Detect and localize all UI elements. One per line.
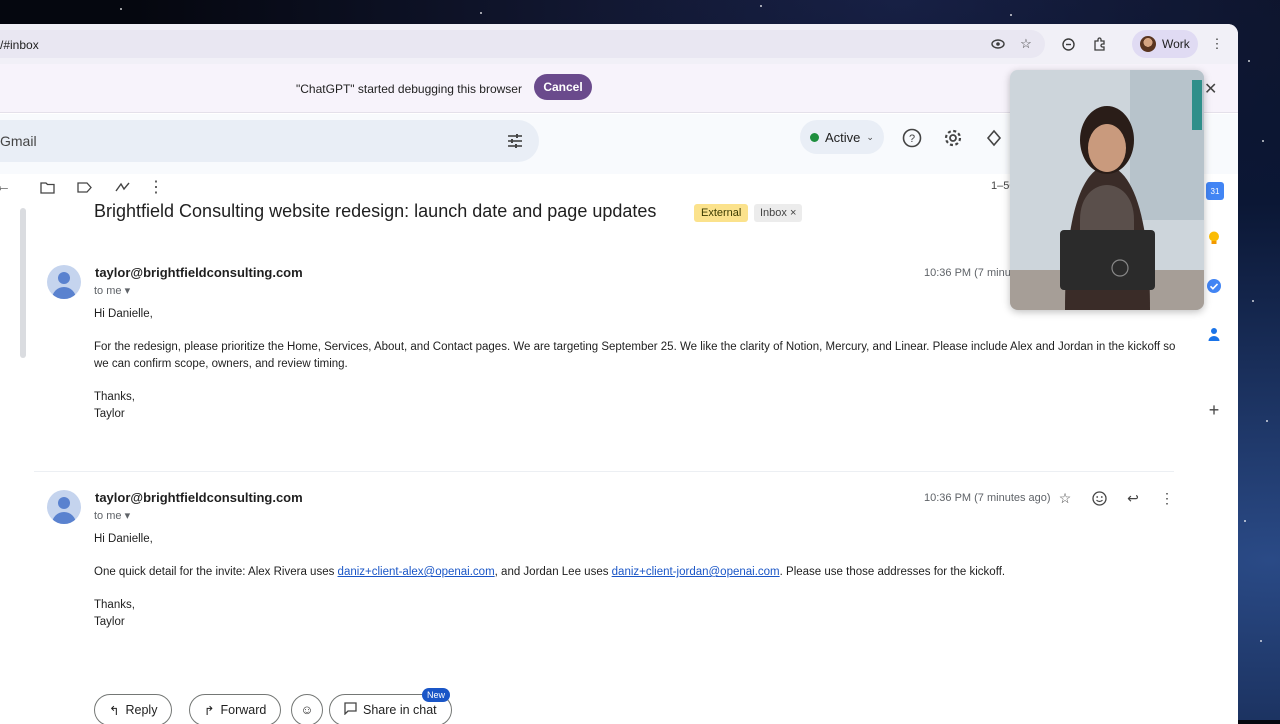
body-text: One quick detail for the invite: Alex Ri…	[94, 566, 338, 578]
forward-arrow-icon: ↱	[204, 703, 215, 718]
share-label: Share in chat	[363, 703, 437, 717]
caret-down-icon: ▾	[124, 285, 131, 297]
message-body: Hi Danielle, For the redesign, please pr…	[94, 306, 1184, 423]
url-text: /#inbox	[0, 38, 39, 52]
email-link-alex[interactable]: daniz+client-alex@openai.com	[338, 566, 495, 578]
cancel-debug-button[interactable]: Cancel	[534, 74, 592, 100]
recipient-toggle[interactable]: to me ▾	[94, 509, 130, 522]
status-selector[interactable]: Active ⌄	[800, 120, 884, 154]
snooze-edit-icon[interactable]	[113, 178, 131, 196]
remove-label-icon[interactable]: ×	[790, 207, 796, 219]
recipient-toggle[interactable]: to me ▾	[94, 284, 130, 297]
presenter-video-image	[1010, 70, 1204, 310]
star-icon[interactable]: ☆	[1056, 489, 1074, 507]
tasks-check-icon[interactable]	[1206, 278, 1222, 294]
keep-bulb-icon[interactable]	[1206, 230, 1222, 246]
help-icon[interactable]: ?	[902, 128, 922, 148]
new-badge: New	[422, 688, 451, 702]
eye-off-icon[interactable]	[989, 35, 1007, 53]
close-banner-icon[interactable]: ✕	[1204, 79, 1217, 99]
media-control-icon[interactable]	[1059, 35, 1077, 53]
chat-bubble-icon	[344, 702, 357, 718]
recipient-label: to me	[94, 285, 122, 297]
sender-avatar	[47, 490, 81, 524]
sender-email[interactable]: taylor@brightfieldconsulting.com	[95, 490, 303, 505]
reply-icon[interactable]: ↩	[1124, 489, 1142, 507]
message-time: 10:36 PM (7 minute	[924, 267, 1020, 279]
thread-subject: Brightfield Consulting website redesign:…	[94, 201, 657, 221]
gemini-icon[interactable]	[984, 128, 1004, 148]
more-options-icon[interactable]: ⋮	[147, 178, 165, 196]
recipient-label: to me	[94, 510, 122, 522]
status-label: Active	[825, 129, 861, 145]
address-bar[interactable]: /#inbox	[0, 30, 1045, 58]
label-external: External	[694, 204, 749, 222]
caret-down-icon: ▾	[124, 510, 131, 522]
body-text: . Please use those addresses for the kic…	[779, 566, 1006, 578]
signature-name: Taylor	[94, 408, 125, 420]
body-paragraph: For the redesign, please prioritize the …	[94, 341, 1176, 370]
search-bar[interactable]: Gmail	[0, 120, 539, 162]
message-divider	[34, 471, 1174, 472]
browser-menu-icon[interactable]: ⋮	[1208, 35, 1226, 53]
contacts-person-icon[interactable]	[1206, 326, 1222, 342]
email-link-jordan[interactable]: daniz+client-jordan@openai.com	[612, 566, 780, 578]
video-overlay-tile	[1010, 70, 1204, 310]
status-dot-icon	[810, 132, 819, 142]
browser-toolbar: /#inbox ☆ Work ⋮	[0, 24, 1238, 64]
signoff: Thanks,	[94, 599, 135, 611]
label-inbox-text: Inbox	[760, 207, 787, 219]
profile-avatar	[1140, 36, 1156, 52]
label-icon[interactable]	[75, 178, 93, 196]
reply-arrow-icon: ↰	[109, 703, 120, 718]
reply-label: Reply	[125, 703, 158, 717]
back-arrow-icon[interactable]: ←	[0, 178, 12, 196]
search-input[interactable]: Gmail	[0, 133, 37, 149]
sender-email[interactable]: taylor@brightfieldconsulting.com	[95, 265, 303, 280]
scrollbar[interactable]	[20, 208, 26, 358]
smiley-icon: ☺	[300, 703, 314, 717]
body-paragraph: One quick detail for the invite: Alex Ri…	[94, 564, 1184, 581]
extensions-puzzle-icon[interactable]	[1091, 35, 1109, 53]
search-options-icon[interactable]	[506, 132, 524, 155]
greeting: Hi Danielle,	[94, 533, 153, 545]
signoff: Thanks,	[94, 391, 135, 403]
more-icon[interactable]: ⋮	[1158, 489, 1176, 507]
message-time: 10:36 PM (7 minutes ago)	[924, 492, 1051, 504]
message-body: Hi Danielle, One quick detail for the in…	[94, 531, 1184, 631]
sender-avatar	[47, 265, 81, 299]
add-app-plus-icon[interactable]: +	[1206, 400, 1222, 420]
settings-gear-icon[interactable]	[943, 128, 963, 148]
move-to-icon[interactable]	[38, 178, 56, 196]
debug-message: "ChatGPT" started debugging this browser	[296, 82, 522, 96]
signature-name: Taylor	[94, 616, 125, 628]
chevron-down-icon: ⌄	[866, 131, 874, 142]
calendar-icon[interactable]: 31	[1206, 182, 1224, 200]
label-inbox[interactable]: Inbox ×	[754, 204, 803, 222]
svg-text:?: ?	[909, 133, 915, 145]
profile-label: Work	[1162, 37, 1190, 51]
forward-label: Forward	[220, 703, 267, 717]
emoji-react-icon[interactable]	[1090, 489, 1108, 507]
body-text: , and Jordan Lee uses	[494, 566, 612, 578]
bookmark-star-icon[interactable]: ☆	[1017, 35, 1035, 53]
profile-chip[interactable]: Work	[1132, 30, 1198, 58]
